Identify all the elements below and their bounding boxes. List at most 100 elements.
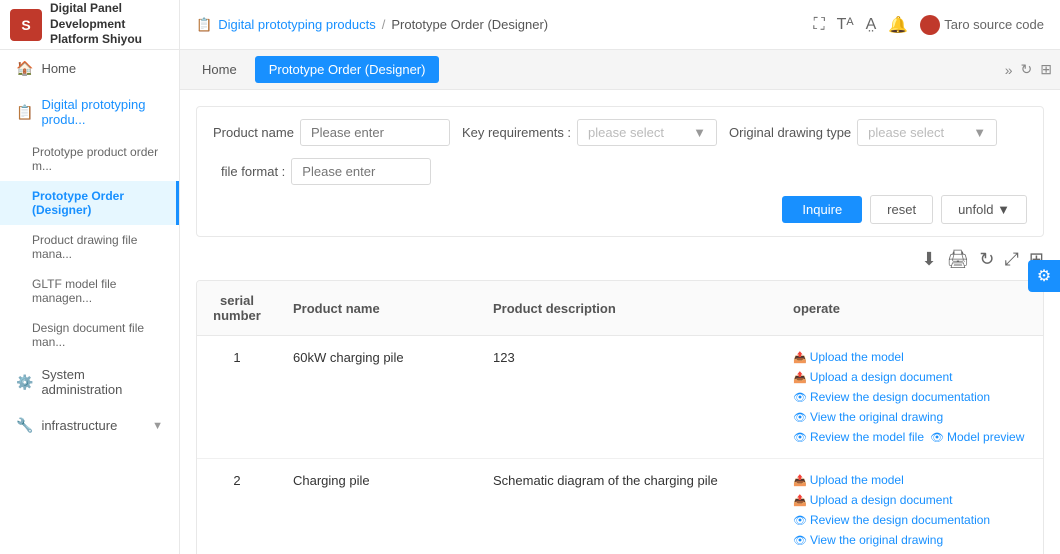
home-icon: 🏠 xyxy=(16,60,33,77)
toolbar: ⬇ 🖨 ↻ ⤢ ⊞ xyxy=(196,249,1044,270)
th-product-name: Product name xyxy=(277,281,477,336)
operate-link[interactable]: 👁View the original drawing xyxy=(793,533,943,547)
file-format-label: file format : xyxy=(221,164,285,179)
data-table: serial number Product name Product descr… xyxy=(196,280,1044,554)
expand-tabs-icon[interactable]: » xyxy=(1005,62,1013,78)
operate-link[interactable]: 👁Model preview xyxy=(930,430,1024,444)
op-icon: 👁 xyxy=(793,411,807,424)
operate-link[interactable]: 📤Upload the model xyxy=(793,350,904,364)
sidebar-item-label: Prototype Order (Designer) xyxy=(32,189,124,217)
unfold-button[interactable]: unfold ▼ xyxy=(941,195,1027,224)
sidebar-item-label: System administration xyxy=(41,367,163,397)
sidebar-item-label: Prototype product order m... xyxy=(32,145,158,173)
sidebar-item-design-doc[interactable]: Design document file man... xyxy=(0,313,179,357)
operate-link[interactable]: 📤Upload a design document xyxy=(793,370,952,384)
cell-serial: 1 xyxy=(197,336,277,459)
user-name: Taro source code xyxy=(944,17,1044,32)
cell-serial: 2 xyxy=(197,459,277,554)
product-name-input[interactable] xyxy=(300,119,450,146)
user-menu[interactable]: Taro source code xyxy=(920,15,1044,35)
operate-links: 📤Upload the model 📤Upload a design docume… xyxy=(793,473,1027,554)
cell-product-name: Charging pile xyxy=(277,459,477,554)
breadcrumb-separator: / xyxy=(382,17,386,32)
filter-file-format: file format : xyxy=(221,158,431,185)
chevron-down-icon: ▼ xyxy=(973,125,986,140)
logo-text: Digital Panel Development Platform Shiyo… xyxy=(50,1,169,48)
op-icon: 👁 xyxy=(793,431,807,444)
chevron-down-icon: ▼ xyxy=(152,420,163,432)
translate-icon[interactable]: A̤ xyxy=(866,16,877,34)
op-icon: 👁 xyxy=(793,391,807,404)
filter-original-drawing: Original drawing type please select ▼ xyxy=(729,119,997,146)
operate-link[interactable]: 👁View the original drawing xyxy=(793,410,943,424)
download-icon[interactable]: ⬇ xyxy=(921,249,936,270)
sidebar-item-home[interactable]: 🏠 Home xyxy=(0,50,179,87)
inquire-button[interactable]: Inquire xyxy=(782,196,862,223)
operate-link[interactable]: 👁Review the design documentation xyxy=(793,390,990,404)
breadcrumb-icon: 📋 xyxy=(196,17,212,33)
table-row: 2 Charging pile Schematic diagram of the… xyxy=(197,459,1043,554)
sidebar-item-prototype-order-designer[interactable]: Prototype Order (Designer) xyxy=(0,181,179,225)
cell-product-desc: Schematic diagram of the charging pile xyxy=(477,459,777,554)
op-icon: 📤 xyxy=(793,474,807,487)
key-requirements-value: please select xyxy=(588,125,664,140)
reset-button[interactable]: reset xyxy=(870,195,933,224)
infrastructure-icon: 🔧 xyxy=(16,417,33,434)
sidebar-item-system-admin[interactable]: ⚙️ System administration xyxy=(0,357,179,407)
sidebar-item-label: Digital prototyping produ... xyxy=(41,97,163,127)
logo-icon: S xyxy=(10,9,42,41)
sidebar-item-digital-prototyping[interactable]: 📋 Digital prototyping produ... xyxy=(0,87,179,137)
cell-operate: 📤Upload the model 📤Upload a design docume… xyxy=(777,459,1043,554)
filter-row: Product name Key requirements : please s… xyxy=(213,119,1027,185)
notification-icon[interactable]: 🔔 xyxy=(888,15,908,35)
original-drawing-select[interactable]: please select ▼ xyxy=(857,119,997,146)
original-drawing-value: please select xyxy=(868,125,944,140)
expand-icon[interactable]: ⤢ xyxy=(1005,249,1019,270)
digital-prototyping-icon: 📋 xyxy=(16,104,33,121)
sidebar-item-label: Home xyxy=(41,61,76,76)
grid-view-icon[interactable]: ⊞ xyxy=(1040,61,1052,78)
breadcrumb-root[interactable]: Digital prototyping products xyxy=(218,17,376,32)
user-avatar xyxy=(920,15,940,35)
refresh-tab-icon[interactable]: ↻ xyxy=(1021,61,1033,78)
op-icon: 👁 xyxy=(793,534,807,547)
sidebar-item-product-drawing[interactable]: Product drawing file mana... xyxy=(0,225,179,269)
fullscreen-icon[interactable]: ⛶ xyxy=(813,16,824,34)
settings-fab-icon: ⚙ xyxy=(1037,266,1051,286)
chevron-down-icon: ▼ xyxy=(997,202,1010,217)
tabbar: Home Prototype Order (Designer) » ↻ ⊞ xyxy=(180,50,1060,90)
op-icon: 👁 xyxy=(793,514,807,527)
product-name-label: Product name xyxy=(213,125,294,140)
main-content: 📋 Digital prototyping products / Prototy… xyxy=(180,0,1060,554)
tab-prototype-order-designer[interactable]: Prototype Order (Designer) xyxy=(255,56,440,83)
settings-fab[interactable]: ⚙ xyxy=(1028,260,1060,292)
sidebar-item-infrastructure[interactable]: 🔧 infrastructure ▼ xyxy=(0,407,179,444)
key-requirements-select[interactable]: please select ▼ xyxy=(577,119,717,146)
filter-key-requirements: Key requirements : please select ▼ xyxy=(462,119,717,146)
operate-link[interactable]: 📤Upload a design document xyxy=(793,493,952,507)
sidebar-item-label: Design document file man... xyxy=(32,321,144,349)
tab-actions: » ↻ ⊞ xyxy=(1005,61,1052,78)
operate-link[interactable]: 👁Review the model file xyxy=(793,430,924,444)
op-icon: 👁 xyxy=(930,431,944,444)
font-size-icon[interactable]: Tᴬ xyxy=(837,16,854,34)
sidebar-logo: S Digital Panel Development Platform Shi… xyxy=(0,0,179,50)
cell-operate: 📤Upload the model 📤Upload a design docume… xyxy=(777,336,1043,459)
breadcrumb: 📋 Digital prototyping products / Prototy… xyxy=(196,17,801,33)
op-icon: 📤 xyxy=(793,494,807,507)
original-drawing-label: Original drawing type xyxy=(729,125,851,140)
breadcrumb-current: Prototype Order (Designer) xyxy=(391,17,548,32)
th-operate: operate xyxy=(777,281,1043,336)
tab-home[interactable]: Home xyxy=(188,56,251,83)
operate-link[interactable]: 📤Upload the model xyxy=(793,473,904,487)
operate-link[interactable]: 👁Review the design documentation xyxy=(793,513,990,527)
file-format-input[interactable] xyxy=(291,158,431,185)
page-content: Product name Key requirements : please s… xyxy=(180,90,1060,554)
filter-bar: Product name Key requirements : please s… xyxy=(196,106,1044,237)
sidebar-item-gltf-model[interactable]: GLTF model file managen... xyxy=(0,269,179,313)
sidebar-item-label: infrastructure xyxy=(41,418,117,433)
sidebar-item-prototype-order[interactable]: Prototype product order m... xyxy=(0,137,179,181)
print-icon[interactable]: 🖨 xyxy=(947,249,970,270)
table-header-row: serial number Product name Product descr… xyxy=(197,281,1043,336)
refresh-icon[interactable]: ↻ xyxy=(979,249,994,270)
